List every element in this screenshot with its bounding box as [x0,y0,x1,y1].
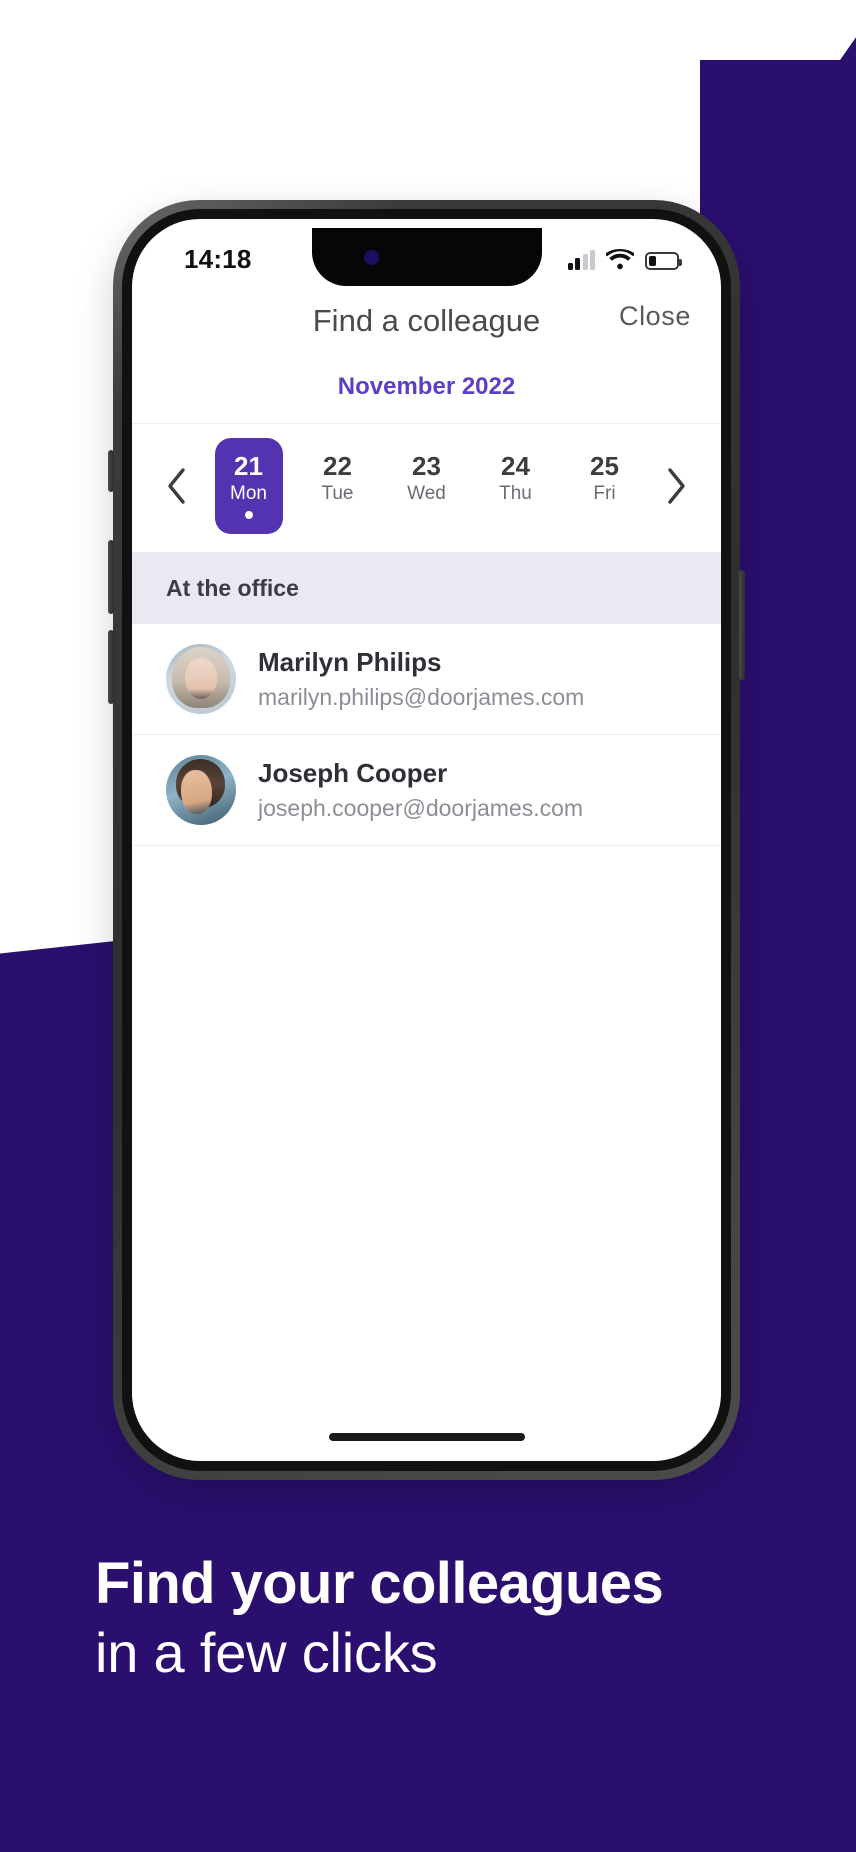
calendar-day-name: Fri [593,482,616,504]
signal-bars-icon [567,249,595,270]
calendar-month-row: November 2022 [132,365,721,424]
calendar-day-cell[interactable]: 24 Thu [482,438,550,534]
section-header-at-the-office: At the office [132,553,721,624]
list-item[interactable]: Marilyn Philips marilyn.philips@doorjame… [132,624,721,735]
calendar-day-selected-dot [244,510,253,519]
chevron-left-icon[interactable] [150,467,204,505]
avatar [166,644,236,714]
chevron-right-icon[interactable] [649,467,703,505]
phone-mockup: 14:18 Find a colleague Close November 20… [108,200,745,1480]
phone-volume-up-button[interactable] [108,540,114,614]
contact-info: Joseph Cooper joseph.cooper@doorjames.co… [258,757,584,821]
calendar-day-name: Tue [321,482,354,504]
home-indicator[interactable] [328,1433,525,1441]
calendar-day-name: Mon [230,482,267,504]
phone-power-button[interactable] [739,570,745,680]
contact-info: Marilyn Philips marilyn.philips@doorjame… [258,646,585,710]
phone-screen: 14:18 Find a colleague Close November 20… [132,219,721,1461]
calendar-day-number: 25 [590,451,619,482]
app-header: Find a colleague Close [132,285,721,365]
contact-email: marilyn.philips@doorjames.com [258,683,585,710]
promo-caption-line-2: in a few clicks [95,1620,438,1684]
status-bar-icons [567,248,682,270]
battery-level-fill [649,255,656,266]
contact-name: Joseph Cooper [258,757,448,788]
promo-caption-line-1: Find your colleagues [95,1551,664,1616]
calendar-day-number: 24 [501,451,530,482]
calendar-day-number: 22 [323,451,352,482]
calendar-month-label: November 2022 [337,373,516,400]
calendar-day-number: 23 [412,451,441,482]
phone-silent-switch[interactable] [108,450,114,492]
avatar [166,755,236,825]
close-button[interactable]: Close [619,301,691,332]
calendar-week-strip: 21 Mon 22 Tue 23 Wed 24 Thu 25 Fri [132,424,721,553]
contact-email: joseph.cooper@doorjames.com [258,794,584,821]
calendar-day-cell[interactable]: 21 Mon [214,438,283,534]
wifi-icon [604,248,636,270]
battery-icon [645,251,682,270]
calendar-day-cell[interactable]: 23 Wed [393,438,461,534]
status-bar: 14:18 [132,219,721,285]
calendar-day-cell[interactable]: 22 Tue [304,438,372,534]
phone-bezel: 14:18 Find a colleague Close November 20… [122,209,731,1471]
battery-tip [679,258,682,266]
calendar-day-name: Thu [499,482,532,504]
contact-list: Marilyn Philips marilyn.philips@doorjame… [132,624,721,846]
status-bar-time: 14:18 [184,244,252,274]
calendar-days-row: 21 Mon 22 Tue 23 Wed 24 Thu 25 Fri [204,438,649,534]
calendar-day-cell[interactable]: 25 Fri [571,438,639,534]
contact-name: Marilyn Philips [258,646,442,677]
section-header-label: At the office [166,575,299,601]
page-title: Find a colleague [312,303,541,338]
promo-caption: Find your colleagues in a few clicks [0,1551,856,1686]
phone-volume-down-button[interactable] [108,630,114,704]
list-item[interactable]: Joseph Cooper joseph.cooper@doorjames.co… [132,735,721,846]
calendar-day-name: Wed [407,482,446,504]
calendar-day-number: 21 [234,451,263,482]
